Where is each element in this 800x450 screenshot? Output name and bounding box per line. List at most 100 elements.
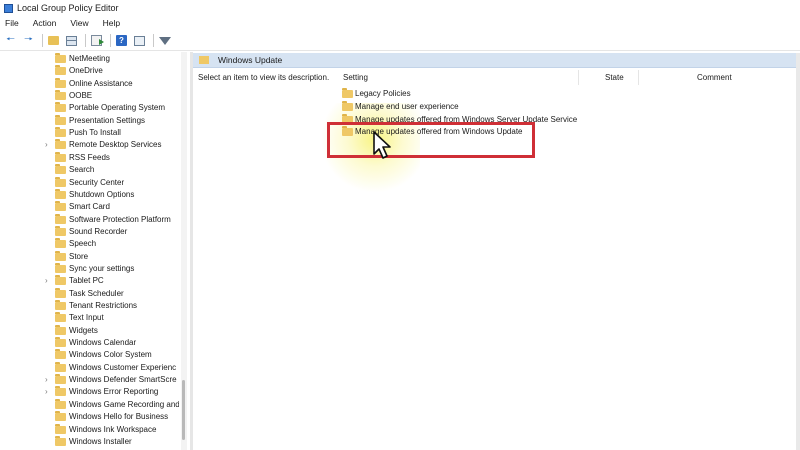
tree-item-label: RSS Feeds — [69, 152, 110, 162]
tree-item[interactable]: › Windows Defender SmartScre — [0, 374, 180, 386]
column-headers: Setting State Comment — [336, 70, 798, 85]
tree-item-label: Windows Error Reporting — [69, 387, 159, 397]
column-header-setting[interactable]: Setting — [336, 70, 579, 85]
tree-item-label: Portable Operating System — [69, 103, 166, 113]
right-edge-scrollbar[interactable] — [796, 53, 800, 450]
tree-item[interactable]: OneDrive — [0, 65, 180, 77]
tree-item[interactable]: Windows Calendar — [0, 337, 180, 349]
toolbar-separator — [153, 34, 154, 47]
tree-item[interactable]: Push To Install — [0, 127, 180, 139]
tree-item[interactable]: Smart Card — [0, 201, 180, 213]
setting-row-manage-end-user-experience[interactable]: Manage end user experience — [340, 100, 585, 113]
column-header-state[interactable]: State — [579, 70, 639, 85]
tree-item[interactable]: Presentation Settings — [0, 114, 180, 127]
tree-item-label: Security Center — [69, 177, 125, 187]
menu-help[interactable]: Help — [101, 18, 122, 28]
back-arrow-icon[interactable]: 🠔 — [3, 33, 18, 48]
tree-item[interactable]: Search — [0, 164, 180, 176]
tree-scrollbar[interactable] — [181, 52, 187, 450]
toolbar-separator — [42, 34, 43, 47]
description-text: Select an item to view its description. — [198, 73, 330, 82]
folder-icon — [55, 65, 66, 76]
folder-icon — [55, 139, 66, 150]
tree-item[interactable]: Sync your settings — [0, 262, 180, 275]
tree-item-label: Task Scheduler — [69, 288, 124, 298]
tree-item[interactable]: Security Center — [0, 176, 180, 189]
toolbar-separator — [110, 34, 111, 47]
folder-icon — [55, 262, 66, 273]
show-hide-tree-icon[interactable] — [64, 33, 79, 48]
chevron-right-icon[interactable]: › — [45, 386, 53, 398]
help-icon[interactable]: ? — [114, 33, 129, 48]
chevron-right-icon[interactable]: › — [45, 374, 53, 386]
folder-icon — [55, 349, 66, 360]
tree-scrollbar-thumb[interactable] — [182, 380, 185, 440]
tree-item[interactable]: NetMeeting — [0, 53, 180, 65]
folder-icon — [55, 275, 66, 286]
pane-splitter[interactable] — [190, 52, 193, 450]
toolbar-separator — [85, 34, 86, 47]
tree-item[interactable]: Windows Color System — [0, 349, 180, 361]
tree-item[interactable]: Windows Customer Experienc — [0, 361, 180, 374]
tree-item[interactable]: Text Input — [0, 312, 180, 324]
export-list-icon[interactable] — [89, 33, 104, 48]
tree-item[interactable]: Tenant Restrictions — [0, 300, 180, 312]
tree-item-label: Windows Hello for Business — [69, 412, 169, 422]
menu-action[interactable]: Action — [31, 18, 59, 28]
tree-item[interactable]: Task Scheduler — [0, 287, 180, 300]
folder-icon — [55, 398, 66, 409]
tree-item-label: Windows Game Recording and — [69, 399, 179, 409]
tree-item[interactable]: Portable Operating System — [0, 102, 180, 114]
tree-item[interactable]: Shutdown Options — [0, 188, 180, 201]
tree-item[interactable]: Speech — [0, 238, 180, 250]
policy-editor-app-icon — [4, 3, 13, 13]
folder-icon — [55, 324, 66, 335]
menu-view[interactable]: View — [68, 18, 90, 28]
folder-icon — [55, 53, 66, 63]
tree-item[interactable]: › Tablet PC — [0, 275, 180, 287]
tree-item-label: Speech — [69, 239, 97, 249]
tree-item[interactable]: OOBE — [0, 90, 180, 102]
folder-icon — [55, 225, 66, 236]
folder-icon — [55, 300, 66, 310]
tree-item[interactable]: Sound Recorder — [0, 225, 180, 238]
console-panel-icon[interactable] — [132, 33, 147, 48]
folder-icon — [55, 213, 66, 224]
setting-row-legacy-policies[interactable]: Legacy Policies — [340, 87, 585, 100]
tree-item[interactable]: › Windows Error Reporting — [0, 386, 180, 398]
tree-item-label: OOBE — [69, 91, 93, 101]
folder-icon — [342, 88, 353, 98]
folder-icon — [55, 90, 66, 101]
folder-icon — [199, 56, 209, 64]
policy-tree: NetMeeting OneDrive Online Assistance OOBE P… — [0, 52, 187, 450]
filter-icon[interactable] — [157, 33, 172, 48]
setting-label: Manage end user experience — [355, 102, 459, 111]
tree-item[interactable]: Windows Game Recording and — [0, 398, 180, 411]
menu-file[interactable]: File — [3, 18, 21, 28]
chevron-right-icon[interactable]: › — [45, 275, 53, 287]
tree-item-label: Widgets — [69, 325, 98, 335]
tree-item-label: Windows Ink Workspace — [69, 424, 157, 434]
folder-icon — [55, 337, 66, 348]
folder-icon — [55, 250, 66, 261]
tree-item[interactable]: RSS Feeds — [0, 151, 180, 164]
tree-item[interactable]: › Remote Desktop Services — [0, 139, 180, 151]
tree-item-label: Windows Installer — [69, 436, 132, 446]
tree-item[interactable]: Windows Ink Workspace — [0, 423, 180, 436]
tree-item[interactable]: Windows Hello for Business — [0, 411, 180, 423]
forward-arrow-icon[interactable]: 🠖 — [21, 33, 36, 48]
column-header-comment[interactable]: Comment — [639, 70, 798, 85]
folder-up-icon[interactable] — [46, 33, 61, 48]
folder-icon — [55, 114, 66, 125]
tree-item[interactable]: Online Assistance — [0, 77, 180, 90]
tree-item[interactable]: Widgets — [0, 324, 180, 337]
tree-item-label: Remote Desktop Services — [69, 140, 162, 150]
toolbar: 🠔 🠖 ? — [0, 31, 800, 51]
chevron-right-icon[interactable]: › — [45, 139, 53, 151]
tree-item[interactable]: Windows Installer — [0, 435, 180, 448]
tree-item[interactable]: Software Protection Platform — [0, 213, 180, 226]
folder-icon — [55, 287, 66, 298]
tree-item[interactable]: Store — [0, 250, 180, 263]
folder-icon — [55, 386, 66, 397]
folder-icon — [55, 151, 66, 162]
